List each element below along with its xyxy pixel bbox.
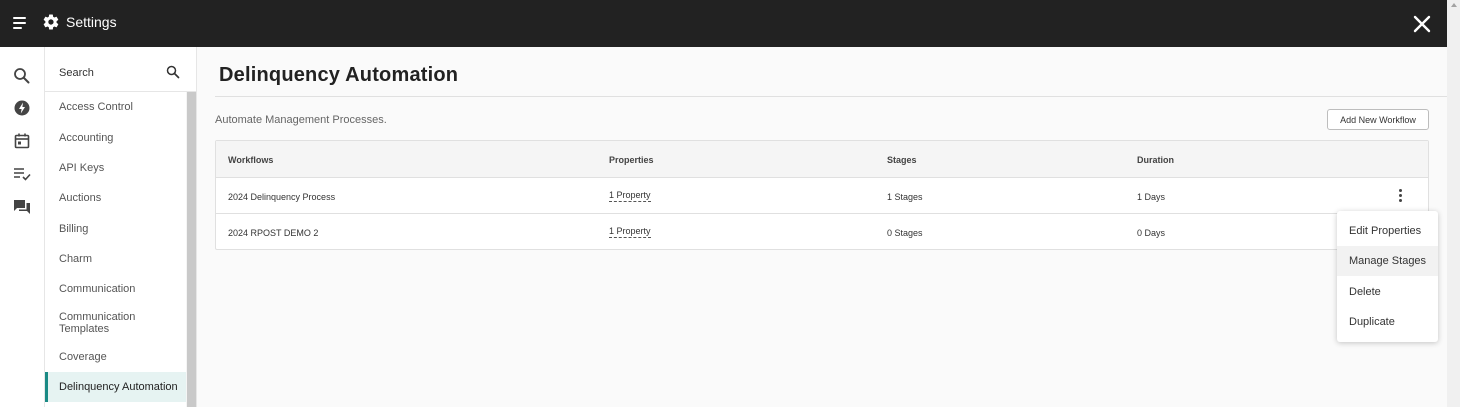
nav-item-coverage[interactable]: Coverage: [45, 351, 186, 363]
menu-item-delete[interactable]: Delete: [1337, 277, 1438, 307]
workflow-name[interactable]: 2024 RPOST DEMO 2: [228, 228, 318, 238]
page-subtitle: Automate Management Processes.: [215, 114, 387, 126]
menu-item-edit-properties[interactable]: Edit Properties: [1337, 216, 1438, 246]
nav-item-access-control[interactable]: Access Control: [45, 101, 186, 113]
nav-item-communication-templates[interactable]: Communication Templates: [45, 311, 171, 335]
column-header-properties[interactable]: Properties: [609, 155, 654, 165]
nav-scroll-thumb[interactable]: [187, 92, 196, 407]
workflows-table: Workflows Properties Stages Duration 202…: [215, 140, 1429, 250]
stages-cell: 1 Stages: [887, 192, 923, 202]
row-actions-menu: Edit Properties Manage Stages Delete Dup…: [1337, 211, 1438, 342]
hamburger-menu-icon[interactable]: [13, 16, 29, 30]
divider: [215, 96, 1447, 97]
workflow-name[interactable]: 2024 Delinquency Process: [228, 192, 335, 202]
table-row[interactable]: 2024 Delinquency Process 1 Property 1 St…: [216, 178, 1428, 214]
page-scrollbar[interactable]: [1447, 0, 1460, 407]
close-icon[interactable]: [1411, 13, 1433, 35]
column-header-workflows[interactable]: Workflows: [228, 155, 273, 165]
nav-item-auctions[interactable]: Auctions: [45, 192, 186, 204]
settings-nav: Search Access Control Accounting API Key…: [44, 47, 197, 407]
nav-item-api-keys[interactable]: API Keys: [45, 162, 186, 174]
top-bar: Settings: [0, 0, 1447, 47]
gear-icon: [43, 14, 59, 30]
column-header-stages[interactable]: Stages: [887, 155, 917, 165]
main-content: Delinquency Automation Automate Manageme…: [197, 47, 1447, 407]
app-title: Settings: [66, 14, 117, 30]
calendar-icon[interactable]: [12, 131, 32, 151]
bolt-icon[interactable]: [12, 98, 32, 118]
search-icon[interactable]: [12, 66, 32, 86]
page-title: Delinquency Automation: [219, 64, 459, 86]
table-row[interactable]: 2024 RPOST DEMO 2 1 Property 0 Stages 0 …: [216, 214, 1428, 250]
nav-item-delinquency-automation[interactable]: Delinquency Automation: [45, 372, 186, 402]
table-header: Workflows Properties Stages Duration: [216, 141, 1428, 178]
duration-cell: 0 Days: [1137, 228, 1166, 238]
nav-item-communication[interactable]: Communication: [45, 283, 186, 295]
nav-search-input[interactable]: Search: [59, 67, 94, 79]
nav-item-billing[interactable]: Billing: [45, 223, 186, 235]
checklist-icon[interactable]: [12, 164, 32, 184]
chat-icon[interactable]: [12, 197, 32, 217]
icon-rail: [0, 47, 44, 407]
column-header-duration[interactable]: Duration: [1137, 155, 1174, 165]
duration-cell: 1 Days: [1137, 192, 1166, 202]
stages-cell: 0 Stages: [887, 228, 923, 238]
menu-item-duplicate[interactable]: Duplicate: [1337, 307, 1438, 337]
nav-item-accounting[interactable]: Accounting: [45, 132, 186, 144]
search-icon[interactable]: [166, 65, 180, 79]
properties-link[interactable]: 1 Property: [609, 190, 651, 202]
scroll-up-arrow-icon[interactable]: [1451, 3, 1457, 7]
menu-item-manage-stages[interactable]: Manage Stages: [1337, 246, 1438, 276]
add-new-workflow-button[interactable]: Add New Workflow: [1327, 109, 1429, 130]
nav-search[interactable]: Search: [45, 47, 196, 92]
more-options-icon[interactable]: [1398, 189, 1404, 203]
properties-link[interactable]: 1 Property: [609, 226, 651, 238]
nav-item-charm[interactable]: Charm: [45, 253, 186, 265]
